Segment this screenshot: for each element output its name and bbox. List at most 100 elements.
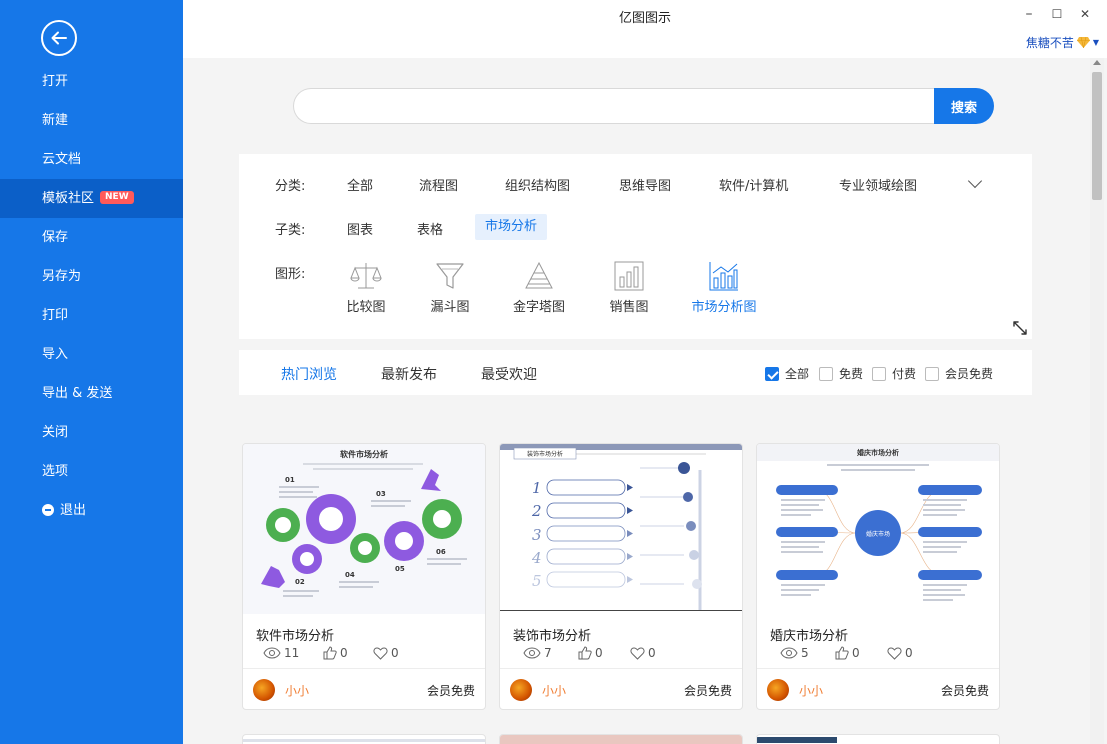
avatar[interactable] [253,679,275,701]
card-title[interactable]: 装饰市场分析 [513,625,591,644]
sidebar-item-exit[interactable]: 退出 [0,491,183,530]
filter-all-checkbox[interactable]: 全部 [765,365,809,382]
thumb-number: 04 [345,571,355,579]
template-card-partial[interactable] [242,734,486,744]
thumb-heading: 软件市场分析 [340,449,388,459]
divider [500,668,742,669]
filter-member-free-checkbox[interactable]: 会员免费 [925,365,993,382]
like-count[interactable]: 0 [835,646,887,660]
sidebar-item-label: 导出 & 发送 [42,386,113,401]
avatar[interactable] [510,679,532,701]
heart-icon [630,646,645,660]
sidebar-item-import[interactable]: 导入 [0,335,183,374]
scrollbar-thumb[interactable] [1092,72,1102,200]
subcategory-tables[interactable]: 表格 [417,219,443,238]
category-software[interactable]: 软件/计算机 [719,175,788,194]
category-mind-map[interactable]: 思维导图 [619,175,671,194]
close-button[interactable]: ✕ [1071,3,1099,25]
scroll-up-icon[interactable] [1093,60,1101,65]
template-thumbnail[interactable]: 装饰市场分析 1 2 3 4 5 [500,444,742,614]
thumbs-up-icon [835,646,849,660]
thumb-number: 5 [532,572,542,590]
checkbox-checked[interactable] [765,366,779,381]
card-title[interactable]: 婚庆市场分析 [770,625,848,644]
minimize-button[interactable]: – [1015,3,1043,25]
checkbox[interactable] [925,366,939,381]
shape-sales-label: 销售图 [609,300,649,315]
template-card-partial[interactable] [499,734,743,744]
sidebar-item-new[interactable]: 新建 [0,101,183,140]
sidebar-item-label: 模板社区 [42,191,95,206]
like-count[interactable]: 0 [323,646,373,660]
chevron-down-icon: ▼ [1092,38,1099,47]
favorite-count[interactable]: 0 [373,646,399,660]
template-card[interactable]: 婚庆市场分析 婚庆市场 婚庆市场分析 5 0 0 小小 会员免费 [756,443,1000,710]
subcategory-label: 子类: [275,223,306,238]
vertical-scrollbar[interactable] [1090,58,1104,744]
shape-sales[interactable]: 销售图 [594,260,664,315]
template-thumbnail[interactable]: 软件市场分析 01 02 03 04 05 06 [243,444,485,614]
search-input[interactable] [293,88,938,124]
like-count[interactable]: 0 [578,646,630,660]
template-thumbnail[interactable]: 婚庆市场分析 婚庆市场 [757,444,999,614]
diamond-icon [1076,37,1090,48]
category-flowchart[interactable]: 流程图 [419,175,458,194]
sidebar-item-export-send[interactable]: 导出 & 发送 [0,374,183,413]
view-count: 5 [780,646,835,660]
sidebar-item-print[interactable]: 打印 [0,296,183,335]
sidebar-item-save-as[interactable]: 另存为 [0,257,183,296]
category-all[interactable]: 全部 [347,175,373,194]
sidebar-item-label: 选项 [42,464,69,479]
author-name[interactable]: 小小 [799,682,823,699]
author-name[interactable]: 小小 [542,682,566,699]
author-name[interactable]: 小小 [285,682,309,699]
filter-free-checkbox[interactable]: 免费 [819,365,863,382]
sidebar-item-label: 导入 [42,347,69,362]
sidebar-item-template-community[interactable]: 模板社区 NEW [0,179,183,218]
thumbnail-strip [243,739,485,742]
back-button[interactable] [41,20,77,56]
template-card[interactable]: 装饰市场分析 1 2 3 4 5 装饰市场分析 7 0 0 小小 会员免费 [499,443,743,710]
shape-comparison[interactable]: 比较图 [331,260,401,315]
card-title[interactable]: 软件市场分析 [256,625,334,644]
shape-funnel[interactable]: 漏斗图 [415,260,485,315]
sidebar-item-open[interactable]: 打开 [0,62,183,101]
subcategory-charts[interactable]: 图表 [347,219,373,238]
tab-popular[interactable]: 最受欢迎 [481,364,537,384]
user-menu[interactable]: 焦糖不苦 ▼ [1026,34,1099,51]
divider [243,668,485,669]
category-org-chart[interactable]: 组织结构图 [505,175,570,194]
maximize-button[interactable]: ☐ [1043,3,1071,25]
checkbox[interactable] [819,366,833,381]
expand-icon[interactable] [1012,320,1028,336]
category-professional[interactable]: 专业领域绘图 [839,175,917,194]
favorite-count[interactable]: 0 [630,646,656,660]
pyramid-icon [525,261,553,289]
thumbnail-strip [500,735,742,744]
view-count: 7 [523,646,578,660]
filter-paid-checkbox[interactable]: 付费 [872,365,916,382]
template-card[interactable]: 软件市场分析 01 02 03 04 05 06 软件市场分析 11 0 0 小… [242,443,486,710]
sidebar-item-cloud-docs[interactable]: 云文档 [0,140,183,179]
sidebar-item-close[interactable]: 关闭 [0,413,183,452]
sidebar-item-save[interactable]: 保存 [0,218,183,257]
search-button[interactable]: 搜索 [934,88,994,124]
sidebar-item-label: 关闭 [42,425,69,440]
sidebar-item-options[interactable]: 选项 [0,452,183,491]
sidebar-item-label: 打印 [42,308,69,323]
template-card-partial[interactable] [756,734,1000,744]
shape-pyramid-label: 金字塔图 [512,300,565,315]
thumb-number: 3 [532,526,542,544]
favorite-count[interactable]: 0 [887,646,913,660]
eye-icon [523,647,541,659]
avatar[interactable] [767,679,789,701]
shape-comparison-label: 比较图 [346,300,386,315]
shape-market-analysis[interactable]: 市场分析图 [689,260,759,315]
chevron-down-icon[interactable] [967,173,983,189]
checkbox[interactable] [872,366,886,381]
tab-latest[interactable]: 最新发布 [381,364,437,384]
thumb-number: 03 [376,490,386,498]
tab-hot[interactable]: 热门浏览 [281,364,337,384]
shape-pyramid[interactable]: 金字塔图 [504,260,574,315]
subcategory-market-analysis[interactable]: 市场分析 [475,214,548,240]
